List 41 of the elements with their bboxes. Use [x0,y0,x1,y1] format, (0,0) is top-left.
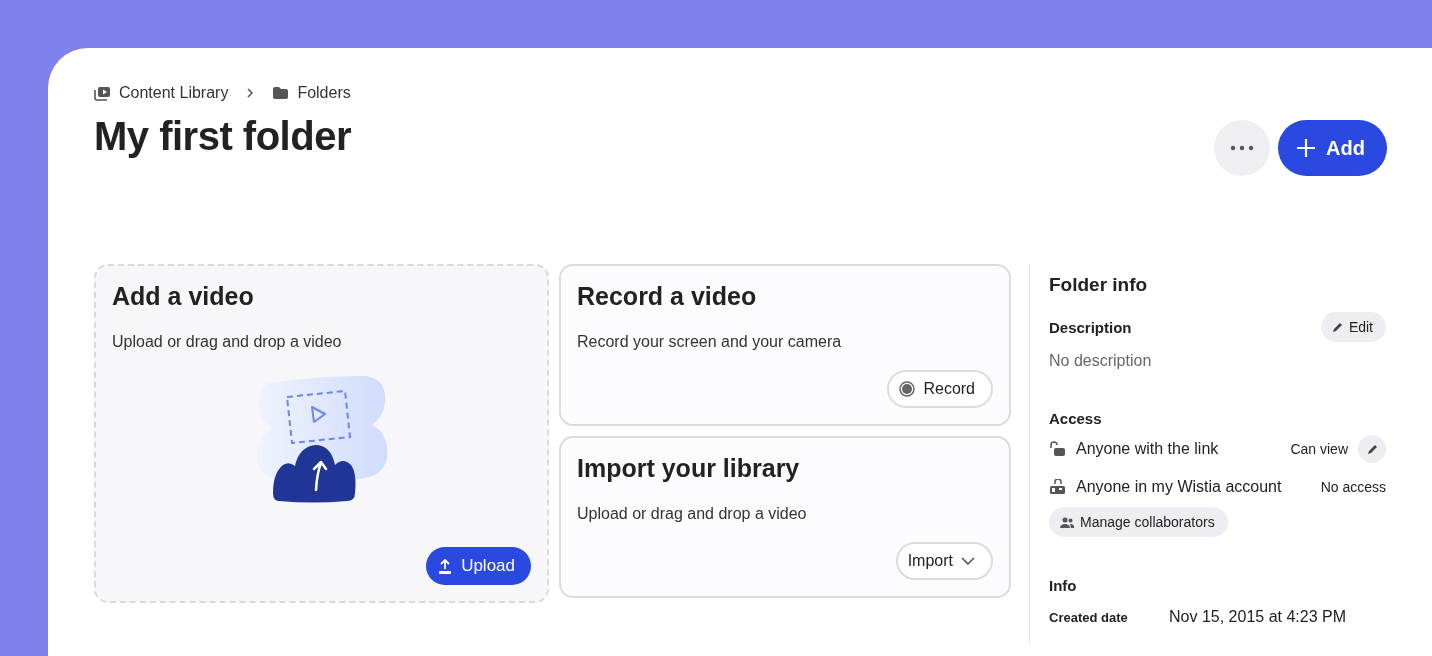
card-text: Record your screen and your camera [577,333,843,351]
upload-icon [438,558,453,574]
unlocked-icon [1049,441,1066,457]
permission-text: Can view [1290,441,1348,457]
info-label: Info [1049,577,1078,594]
card-title: Record a video [577,282,758,311]
people-icon [1060,516,1074,528]
breadcrumb-link[interactable]: Content Library [94,84,229,102]
building-lock-icon [1049,479,1066,495]
breadcrumb-link[interactable]: Folders [272,84,351,102]
plus-icon [1296,138,1317,158]
card-text: Upload or drag and drop a video [112,333,343,351]
record-button[interactable]: Record [887,370,993,408]
chevron-icon [246,87,255,99]
card-title: Import your library [577,454,801,483]
edit-button[interactable]: Edit [1320,312,1386,342]
pencil-icon [1366,443,1378,455]
video-library-icon [94,85,111,101]
description-label: Description [1049,318,1132,336]
access-group: Anyone in my Wistia account [1076,478,1311,496]
access-label: Access [1049,410,1103,427]
manage-collaborators-button[interactable]: Manage collaborators [1049,507,1228,537]
info-value: Nov 15, 2015 at 4:23 PM [1169,608,1346,626]
ellipsis-icon [1230,145,1255,151]
pencil-icon [1331,321,1343,333]
edit-permission-button[interactable] [1358,435,1386,463]
folder-icon [272,86,290,100]
description-text: No description [1049,352,1153,370]
permission-text: No access [1320,479,1386,495]
import-button[interactable]: Import [895,542,993,580]
card-title: Add a video [112,282,255,311]
section-title: Folder info [1049,274,1149,296]
chevron-down-icon [961,557,975,565]
info-label: Created date [1049,609,1129,625]
add-button[interactable]: Add [1278,120,1387,176]
access-group: Anyone with the link [1076,440,1281,458]
page-title: My first folder [94,114,351,159]
card-text: Upload or drag and drop a video [577,505,808,523]
record-icon [899,381,916,397]
upload-button[interactable]: Upload [426,547,531,585]
upload-card[interactable]: Add a video Upload or drag and drop a video Upload [94,264,549,603]
